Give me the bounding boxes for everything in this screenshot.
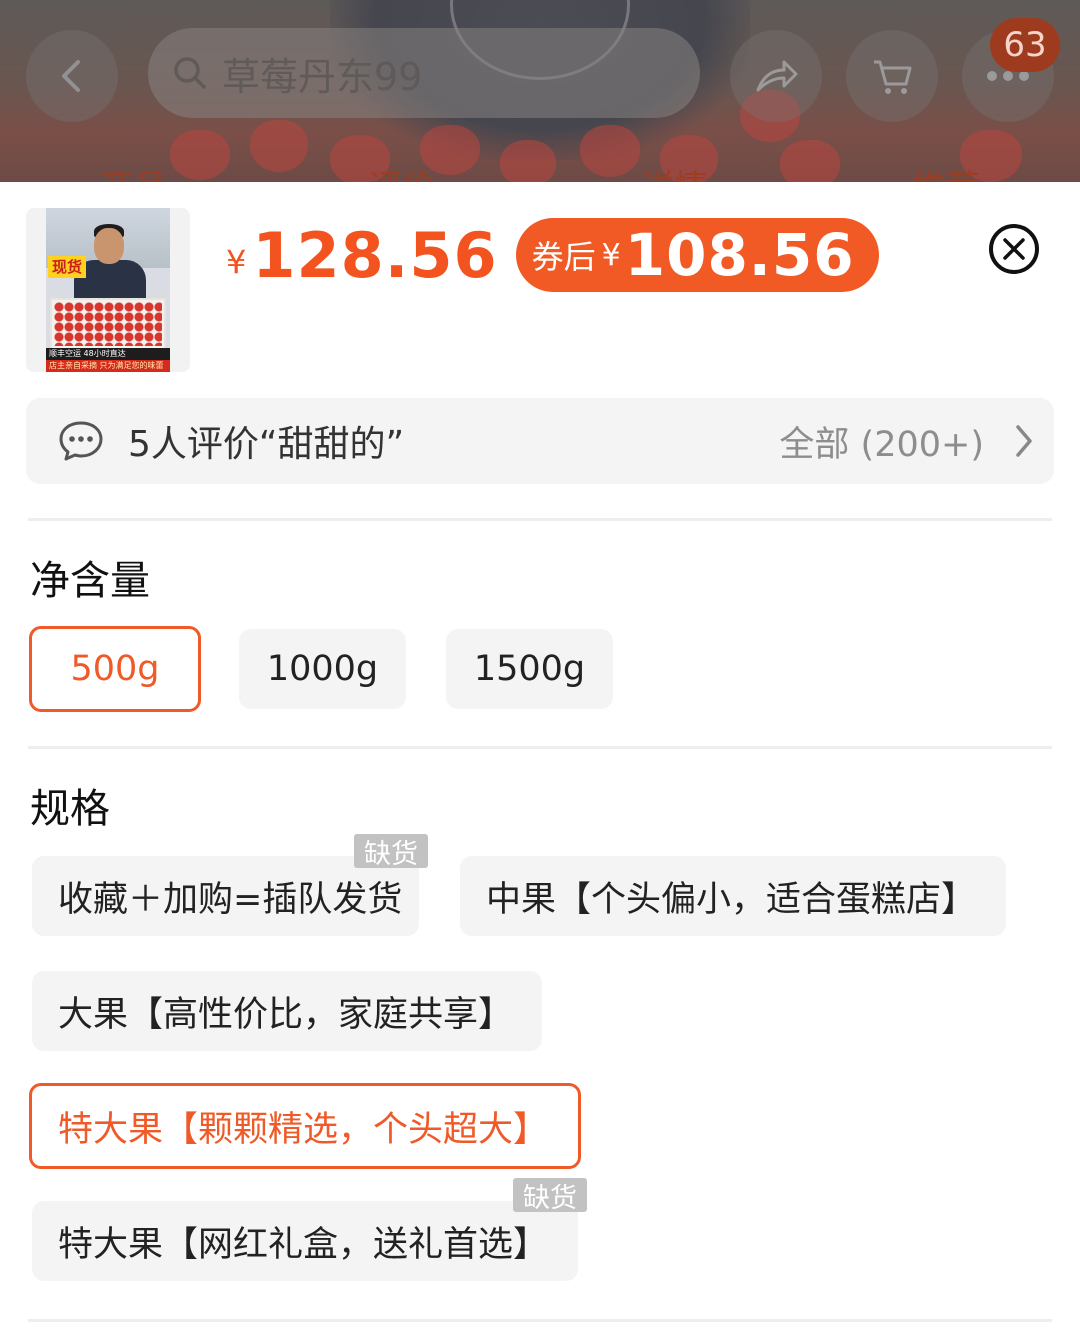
coupon-currency: ¥ — [601, 237, 621, 273]
photo-person-head — [94, 228, 124, 264]
background-strawberry — [500, 140, 556, 188]
coupon-price-badge: 券后 ¥ 108.56 — [515, 218, 879, 292]
chat-bubble-icon — [59, 421, 103, 461]
search-placeholder: 草莓丹东99 — [222, 54, 423, 99]
close-button[interactable] — [989, 224, 1039, 274]
cart-count-badge: 63 — [990, 18, 1060, 72]
out-of-stock-tag: 缺货 — [354, 834, 428, 870]
sku-selection-sheet: 现货 顺丰空运 48小时直达 店主亲自采摘 只为满足您的味蕾 ¥ 128.56 … — [0, 182, 1080, 1333]
spec-option-favorite-priority[interactable]: 收藏＋加购=插队发货 — [32, 856, 419, 936]
spec-option-large[interactable]: 大果【高性价比，家庭共享】 — [32, 971, 542, 1051]
background-strawberry — [250, 120, 308, 172]
background-strawberry — [580, 125, 640, 177]
photo-strawberries — [54, 302, 162, 346]
price-currency: ¥ — [226, 243, 247, 281]
all-reviews-link[interactable]: 全部 (200+) — [779, 416, 984, 467]
thumbnail-banner-promo: 店主亲自采摘 只为满足您的味蕾 — [46, 360, 170, 372]
cart-icon — [874, 60, 912, 94]
weight-option-1000g[interactable]: 1000g — [239, 629, 406, 709]
out-of-stock-tag: 缺货 — [513, 1178, 587, 1214]
coupon-price-value: 108.56 — [624, 221, 855, 289]
search-bar[interactable]: 草莓丹东99 — [148, 28, 700, 118]
background-page-overlay: 草莓丹东99 63 商品 评价 详情 推荐 — [0, 0, 1080, 190]
divider — [28, 518, 1052, 521]
chevron-right-icon — [1016, 425, 1032, 457]
weight-option-1500g[interactable]: 1500g — [446, 629, 613, 709]
back-button[interactable] — [26, 30, 118, 122]
chevron-left-icon — [62, 60, 80, 92]
spec-title: 规格 — [30, 786, 110, 832]
coupon-label: 券后 — [531, 238, 596, 276]
spec-option-extra-large-selected[interactable]: 特大果【颗颗精选，个头超大】 — [29, 1083, 581, 1169]
review-summary-bar[interactable]: 5人评价“甜甜的” 全部 (200+) — [26, 398, 1054, 484]
cart-button[interactable] — [846, 30, 938, 122]
share-button[interactable] — [730, 30, 822, 122]
net-weight-title: 净含量 — [30, 558, 150, 604]
background-strawberry — [170, 130, 230, 180]
weight-option-500g[interactable]: 500g — [29, 626, 201, 712]
spec-option-extra-large-gift-box[interactable]: 特大果【网红礼盒，送礼首选】 — [32, 1201, 578, 1281]
share-icon — [756, 60, 798, 92]
search-icon — [174, 57, 206, 89]
product-thumbnail[interactable]: 现货 顺丰空运 48小时直达 店主亲自采摘 只为满足您的味蕾 — [26, 208, 190, 372]
review-summary-text: 5人评价“甜甜的” — [128, 424, 405, 465]
close-icon — [1003, 238, 1025, 260]
thumbnail-banner-shipping: 顺丰空运 48小时直达 — [46, 348, 170, 360]
divider — [28, 1319, 1052, 1322]
price-row: ¥ 128.56 券后 ¥ 108.56 — [226, 218, 879, 292]
in-stock-tag: 现货 — [48, 256, 87, 278]
spec-option-medium[interactable]: 中果【个头偏小，适合蛋糕店】 — [460, 856, 1006, 936]
price-value: 128.56 — [252, 218, 498, 292]
divider — [28, 746, 1052, 749]
